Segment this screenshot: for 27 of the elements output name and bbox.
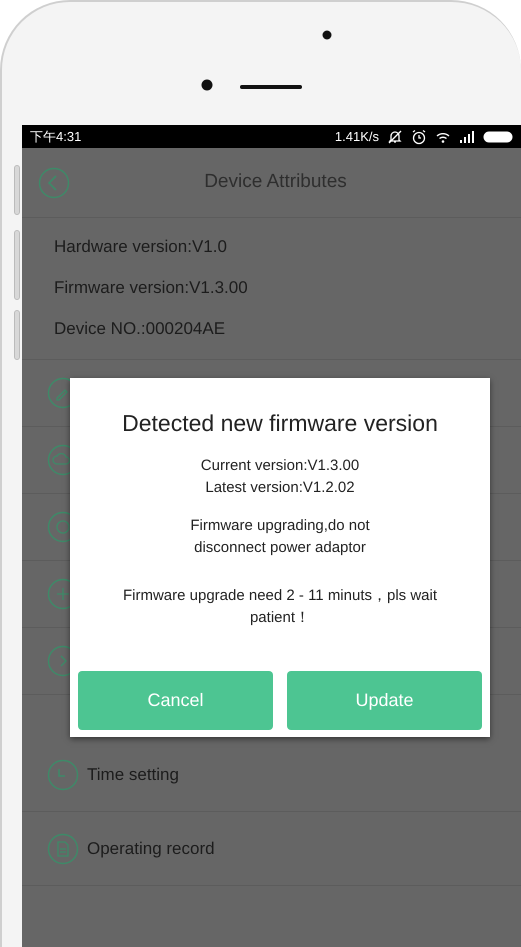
mute-icon <box>387 128 403 144</box>
menu-label: Operating record <box>87 838 215 860</box>
version-text: Current version:V1.3.00 <box>200 456 360 476</box>
sensor-icon <box>322 30 332 40</box>
menu-label: Time setting <box>87 764 179 786</box>
info-text: Hardware version:V1.0 <box>53 236 228 258</box>
alarm-icon <box>411 128 427 144</box>
network-speed: 1.41K/s <box>334 128 379 146</box>
note-text: Firmware upgrade need 2 - 11 minuts，pls wait patient！ <box>122 586 438 628</box>
info-text: Device NO.:000204AE <box>53 318 226 340</box>
menu-row[interactable]: Time setting <box>22 738 521 812</box>
status-time: 下午4:31 <box>30 128 82 146</box>
dialog-button[interactable]: Update <box>287 671 482 730</box>
warning-text: Firmware upgrading,do not disconnect power adaptor <box>189 516 371 558</box>
page-title: Device Attributes <box>203 170 348 194</box>
menu-row[interactable]: Operating record <box>22 812 521 886</box>
document-icon <box>47 832 79 864</box>
clock-icon <box>47 758 79 790</box>
back-button[interactable] <box>38 166 70 198</box>
signal-icon <box>459 130 475 142</box>
dialog-title: Detected new firmware version <box>122 409 438 438</box>
speaker-grille <box>240 85 302 89</box>
version-text: Latest version:V1.2.02 <box>205 478 355 498</box>
info-text: Firmware version:V1.3.00 <box>53 277 249 299</box>
battery-icon <box>483 130 513 142</box>
dialog-button[interactable]: Cancel <box>78 671 273 730</box>
camera-icon <box>201 79 213 91</box>
